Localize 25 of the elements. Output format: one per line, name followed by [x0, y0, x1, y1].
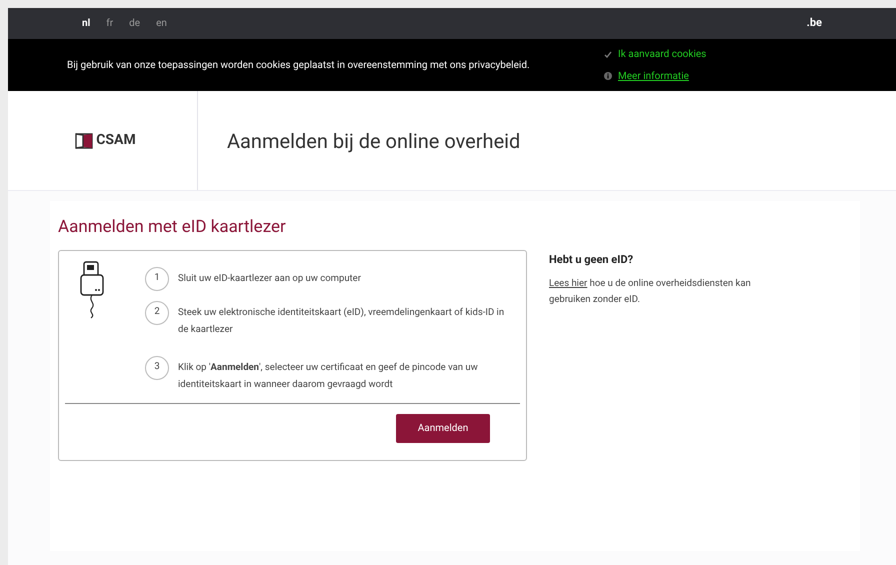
- accept-cookies-link[interactable]: Ik aanvaard cookies: [618, 46, 706, 62]
- card-reader-icon: [79, 260, 105, 318]
- language-link[interactable]: en: [152, 16, 171, 31]
- login-button[interactable]: Aanmelden: [396, 414, 490, 442]
- more-info-link[interactable]: Meer informatie: [618, 68, 689, 84]
- step-number: 1: [145, 266, 169, 290]
- section-title: Aanmelden met eID kaartlezer: [58, 216, 287, 239]
- check-icon: [604, 50, 612, 58]
- cookie-message: Bij gebruik van onze toepassingen worden cookies geplaatst in overeenstemming met ons privacybeleid.: [67, 58, 531, 72]
- door-icon: [75, 132, 94, 148]
- read-here-link[interactable]: Lees hier: [549, 278, 588, 289]
- language-link[interactable]: fr: [102, 16, 118, 31]
- step-text: Klik op 'Aanmelden', selecteer uw certificaat en geef de pincode van uw identiteitskaart in wanneer daarom gevraagd wordt: [178, 360, 479, 392]
- language-link[interactable]: nl: [78, 16, 94, 31]
- domain-label: .be: [806, 15, 822, 32]
- page-title: Aanmelden bij de online overheid: [227, 128, 520, 154]
- aside-text: Lees hier hoe u de online overheidsdiensten kan gebruiken zonder eID.: [549, 277, 752, 307]
- info-icon: [604, 72, 612, 80]
- step-text: Sluit uw eID-kaartlezer aan op uw computer: [178, 272, 361, 286]
- language-link[interactable]: de: [125, 16, 144, 31]
- step-number: 3: [145, 356, 169, 380]
- step-text: Steek uw elektronische identiteitskaart (eID), vreemdelingenkaart of kids-ID in de kaartlezer: [178, 306, 505, 336]
- step-number: 2: [145, 300, 169, 324]
- csam-logo[interactable]: CSAM: [75, 130, 136, 151]
- aside-heading: Hebt u geen eID?: [549, 252, 634, 268]
